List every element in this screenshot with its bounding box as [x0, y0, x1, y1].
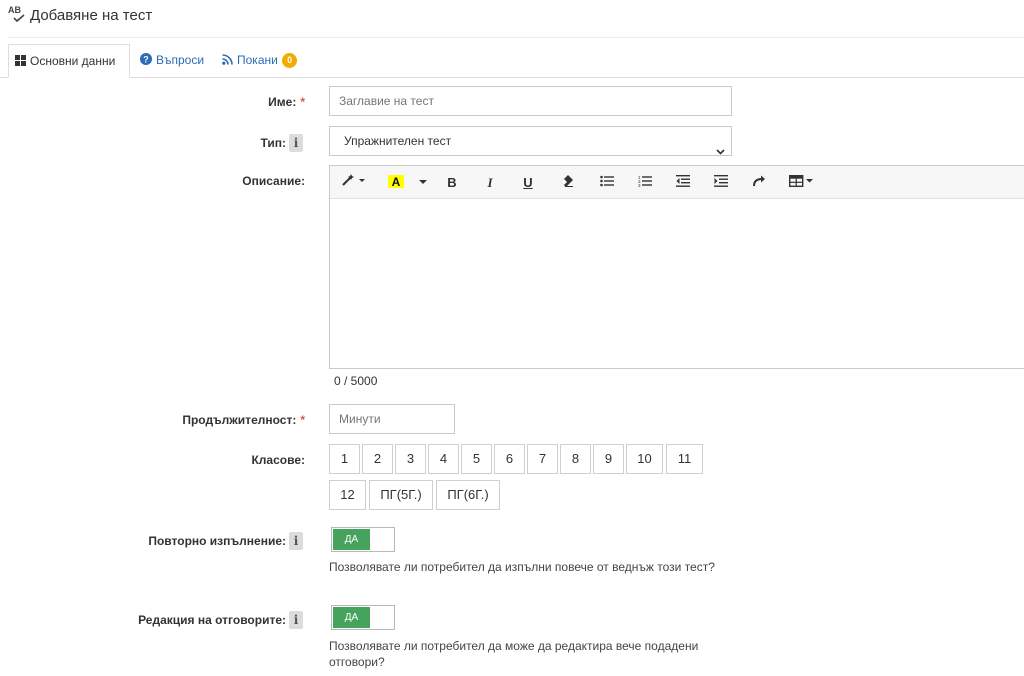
page-header: AB Добавяне на тест [8, 4, 1024, 38]
svg-text:?: ? [143, 54, 149, 64]
edit-answers-help-text: Позволявате ли потребител да може да ред… [329, 639, 699, 669]
grades-label: Класове: [251, 453, 305, 467]
eraser-icon[interactable] [558, 173, 576, 193]
tab-bar: Основни данни ? Въпроси Покани 0 [0, 44, 1024, 78]
magic-icon[interactable] [340, 173, 368, 193]
question-circle-icon: ? [140, 45, 152, 77]
grade-button[interactable]: 1 [329, 444, 360, 474]
character-counter: 0 / 5000 [334, 374, 378, 388]
page-title: Добавяне на тест [30, 7, 153, 24]
table-icon[interactable] [788, 173, 816, 193]
tab-label: Основни данни [30, 54, 116, 68]
grade-button[interactable]: 12 [329, 480, 366, 510]
grid-icon [15, 46, 26, 78]
color-dropdown-chevron-icon[interactable] [416, 173, 430, 193]
name-label: Име: * [268, 95, 305, 109]
type-label: Тип: [260, 136, 287, 150]
tab-label: Покани [237, 53, 278, 67]
grade-button[interactable]: 5 [461, 444, 492, 474]
grade-button[interactable]: 3 [395, 444, 426, 474]
underline-icon[interactable]: U [520, 173, 536, 193]
description-label: Описание: [242, 174, 305, 188]
duration-label: Продължителност: * [182, 413, 305, 427]
grade-button[interactable]: 11 [666, 444, 703, 474]
tab-label: Въпроси [156, 53, 205, 67]
invitations-count-badge: 0 [282, 53, 298, 69]
svg-text:3: 3 [638, 183, 641, 187]
redo-icon[interactable] [750, 173, 768, 193]
tab-invitations[interactable]: Покани 0 [216, 44, 308, 78]
required-marker: * [300, 95, 305, 109]
grade-button[interactable]: 4 [428, 444, 459, 474]
spellcheck-icon: AB [8, 6, 30, 28]
ordered-list-icon[interactable]: 123 [636, 173, 654, 193]
retake-info-icon[interactable]: i [289, 532, 303, 550]
indent-icon[interactable] [712, 173, 730, 193]
grade-button[interactable]: 7 [527, 444, 558, 474]
retake-toggle[interactable]: ДА [331, 527, 395, 552]
toggle-on-label: ДА [333, 607, 370, 628]
rss-icon [222, 45, 233, 77]
editor-toolbar: A B I U 123 [330, 166, 1024, 199]
chevron-down-icon [716, 137, 725, 165]
toggle-on-label: ДА [333, 529, 370, 550]
description-editor: A B I U 123 [329, 165, 1024, 369]
italic-icon[interactable]: I [482, 173, 498, 193]
edit-answers-label: Редакция на отговорите: [138, 613, 286, 627]
grade-button[interactable]: 2 [362, 444, 393, 474]
required-marker: * [300, 413, 305, 427]
svg-text:A: A [392, 175, 401, 189]
unordered-list-icon[interactable] [598, 173, 616, 193]
name-input[interactable] [329, 86, 732, 116]
type-select[interactable]: Упражнителен тест [329, 126, 732, 156]
outdent-icon[interactable] [674, 173, 692, 193]
grade-button[interactable]: 8 [560, 444, 591, 474]
retake-help-text: Позволявате ли потребител да изпълни пов… [329, 560, 715, 574]
tab-basic-data[interactable]: Основни данни [8, 44, 130, 78]
bold-icon[interactable]: B [444, 173, 460, 193]
duration-input[interactable] [329, 404, 455, 434]
edit-answers-toggle[interactable]: ДА [331, 605, 395, 630]
highlight-color-icon[interactable]: A [386, 173, 406, 193]
grade-button[interactable]: 9 [593, 444, 624, 474]
grade-button[interactable]: ПГ(5Г.) [369, 480, 433, 510]
grade-button[interactable]: 6 [494, 444, 525, 474]
tab-questions[interactable]: ? Въпроси [134, 44, 214, 78]
grade-button[interactable]: ПГ(6Г.) [436, 480, 500, 510]
edit-answers-info-icon[interactable]: i [289, 611, 303, 629]
type-selected-value: Упражнителен тест [344, 134, 452, 148]
grade-button[interactable]: 10 [626, 444, 663, 474]
retake-label: Повторно изпълнение: [148, 534, 286, 548]
type-info-icon[interactable]: i [289, 134, 303, 152]
